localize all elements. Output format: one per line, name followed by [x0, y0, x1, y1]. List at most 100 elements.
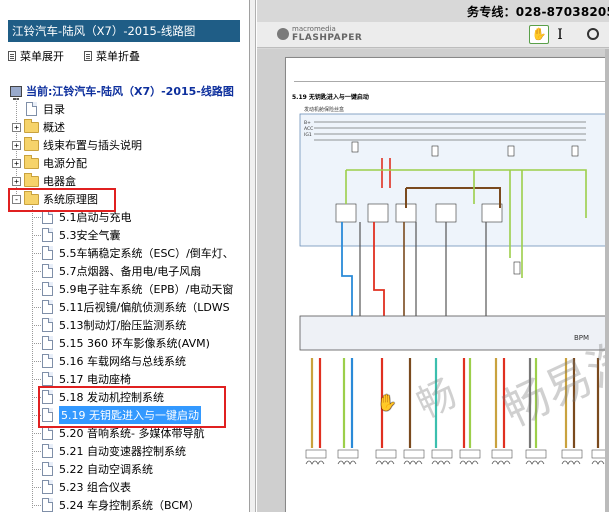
hand-cursor-icon: ✋ [377, 393, 397, 412]
relay [435, 203, 457, 223]
menu-expand-label: 菜单展开 [20, 50, 64, 63]
tree-item-schematic[interactable]: 5.5车辆稳定系统（ESC）/倒车灯、 [32, 244, 234, 262]
connector [305, 449, 327, 459]
antenna-coil [525, 460, 545, 465]
highlight-box-folder [8, 188, 116, 212]
menu-collapse-button[interactable]: 菜单折叠 [84, 48, 140, 64]
expand-toggle[interactable]: + [12, 122, 21, 132]
connector [431, 449, 453, 459]
antenna-coil [561, 460, 581, 465]
page-icon [42, 426, 53, 440]
tree-guide-line [32, 235, 41, 236]
tree-item-schematic[interactable]: 5.3安全气囊 [32, 226, 121, 244]
expand-toggle[interactable]: + [12, 176, 21, 186]
tree-item-label: 目录 [43, 103, 65, 116]
computer-icon [10, 85, 22, 100]
page-icon [26, 102, 37, 116]
tree-item-label: 5.15 360 环车影像系统(AVM) [59, 337, 210, 350]
brand-text: macromedia FLASHPAPER [292, 25, 362, 43]
antenna-coil [431, 460, 451, 465]
connector [525, 449, 547, 459]
tree-guide-line [32, 307, 41, 308]
expand-toggle[interactable]: + [12, 140, 21, 150]
vertical-scrollbar[interactable] [605, 49, 609, 512]
connector [561, 449, 583, 459]
fuse [507, 145, 515, 157]
tree-item-label: 概述 [43, 121, 65, 134]
page-icon [42, 210, 53, 224]
pane-title: 江铃汽车-陆风（X7）-2015-线路图 [8, 20, 240, 42]
tree-item-schematic[interactable]: 5.9电子驻车系统（EPB）/电动天窗 [32, 280, 234, 298]
tree-item-label: 5.17 电动座椅 [59, 373, 131, 386]
navigation-pane: 江铃汽车-陆风（X7）-2015-线路图 菜单展开 菜单折叠 当前:江铃汽车-陆… [0, 0, 250, 512]
antenna-coil [305, 460, 325, 465]
connector [459, 449, 481, 459]
connector [491, 449, 513, 459]
tree-item-schematic[interactable]: 5.21 自动变速器控制系统 [32, 442, 186, 460]
tree-guide-line [32, 469, 41, 470]
tree-guide-line [32, 217, 41, 218]
tree-item-label: 5.22 自动空调系统 [59, 463, 153, 476]
menu-expand-button[interactable]: 菜单展开 [8, 48, 64, 64]
tree-item-power[interactable]: + 电源分配 [12, 154, 87, 172]
macromedia-logo-icon [277, 28, 289, 40]
tree-guide-line [32, 361, 41, 362]
antenna-coil [375, 460, 395, 465]
antenna-coil [491, 460, 511, 465]
tree-item-harness[interactable]: + 线束布置与插头说明 [12, 136, 142, 154]
tree-guide-line [32, 451, 41, 452]
wiring-diagram: 发动机舱保险丝盒 B+ ACC IG1 BPM [299, 106, 609, 465]
connector [403, 449, 425, 459]
page-icon [42, 282, 53, 296]
tree-item-overview[interactable]: + 概述 [12, 118, 65, 136]
tree-item-label: 5.24 车身控制系统（BCM） [59, 499, 200, 512]
tree-guide-line [32, 271, 41, 272]
tree-item-label: 电源分配 [43, 157, 87, 170]
tree-guide-line [32, 289, 41, 290]
tree-item-label: 电器盒 [43, 175, 76, 188]
tree-item-schematic[interactable]: 5.24 车身控制系统（BCM） [32, 496, 200, 512]
app-window: 江铃汽车-陆风（X7）-2015-线路图 菜单展开 菜单折叠 当前:江铃汽车-陆… [0, 0, 609, 512]
tree-guide-line [32, 253, 41, 254]
tree-item-label: 5.16 车载网络与总线系统 [59, 355, 186, 368]
text-select-button[interactable]: I [555, 26, 565, 44]
viewer-toolbar: macromedia FLASHPAPER ✋ I [257, 22, 609, 48]
tree-item-schematic[interactable]: 5.13制动灯/胎压监测系统 [32, 316, 187, 334]
tree-item-schematic[interactable]: 5.23 组合仪表 [32, 478, 131, 496]
tree-item-label: 5.13制动灯/胎压监测系统 [59, 319, 187, 332]
page-icon [42, 480, 53, 494]
page-icon [42, 354, 53, 368]
tree-guide-line [32, 343, 41, 344]
zoom-icon[interactable] [587, 28, 599, 40]
fuse [431, 145, 439, 157]
page-icon [42, 336, 53, 350]
connector [591, 449, 607, 459]
document-viewport[interactable]: 5. 5.19 无钥匙进入与一键启动 发动机舱保险丝盒 B+ ACC IG1 [257, 49, 609, 512]
menu-collapse-label: 菜单折叠 [96, 50, 140, 63]
tree-item-label: 5.7点烟器、备用电/电子风扇 [59, 265, 202, 278]
document-page: 5. 5.19 无钥匙进入与一键启动 发动机舱保险丝盒 B+ ACC IG1 [285, 57, 609, 512]
tree-item-label: 线束布置与插头说明 [43, 139, 142, 152]
bpm-module [299, 315, 609, 351]
menu-bar: 菜单展开 菜单折叠 [8, 48, 140, 64]
brand-big: FLASHPAPER [292, 33, 363, 43]
collapse-icon [84, 51, 92, 61]
tree-item-schematic[interactable]: 5.7点烟器、备用电/电子风扇 [32, 262, 202, 280]
highlight-box-items [38, 386, 226, 428]
expand-icon [8, 51, 16, 61]
tree-item-toc[interactable]: 目录 [26, 100, 65, 118]
buzzer [513, 261, 521, 275]
text-select-icon: I [557, 27, 563, 43]
tree-item-schematic[interactable]: 5.15 360 环车影像系统(AVM) [32, 334, 210, 352]
tree-item-schematic[interactable]: 5.22 自动空调系统 [32, 460, 153, 478]
fuse-label: ACC [304, 126, 313, 132]
tree-item-label: 5.9电子驻车系统（EPB）/电动天窗 [59, 283, 234, 296]
relay-label: 发动机舱保险丝盒 [304, 106, 344, 113]
tree-root[interactable]: 当前:江铃汽车-陆风（X7）-2015-线路图 [10, 82, 234, 100]
hand-tool-button[interactable]: ✋ [529, 25, 549, 44]
expand-toggle[interactable]: + [12, 158, 21, 168]
pane-splitter[interactable] [250, 0, 256, 512]
tree-item-schematic[interactable]: 5.16 车载网络与总线系统 [32, 352, 186, 370]
page-icon [42, 318, 53, 332]
tree-item-schematic[interactable]: 5.11后视镜/偏航侦测系统（LDWS [32, 298, 230, 316]
